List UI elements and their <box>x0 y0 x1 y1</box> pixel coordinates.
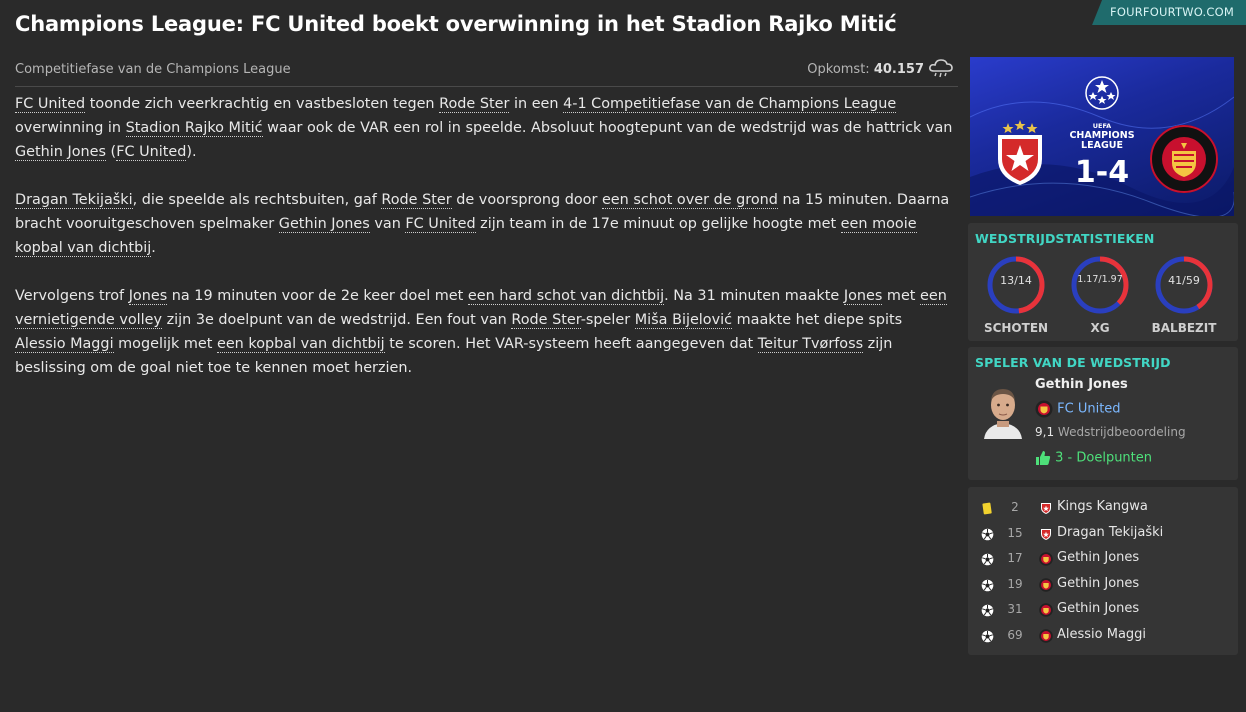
ball-icon <box>981 604 994 617</box>
report-paragraph-1: FC United toonde zich veerkrachtig en va… <box>15 96 953 161</box>
player-link[interactable]: Jones <box>128 288 168 305</box>
match-report: FC United toonde zich veerkrachtig en va… <box>15 92 955 404</box>
red-star-crest-icon <box>1039 527 1053 541</box>
player-avatar[interactable] <box>980 381 1026 439</box>
report-paragraph-2: Dragan Tekijaški, die speelde als rechts… <box>15 192 950 257</box>
event-row[interactable]: 19 Gethin Jones <box>968 573 1238 599</box>
attendance: Opkomst: 40.157 <box>807 62 924 77</box>
event-row[interactable]: 15 Dragan Tekijaški <box>968 522 1238 548</box>
result-link[interactable]: 4-1 Competitiefase van de Champions Leag… <box>563 96 897 113</box>
stat-possession: 41/59 BALBEZIT <box>1144 255 1224 335</box>
fc-united-crest-icon <box>1035 400 1053 418</box>
stat-label: XG <box>1090 321 1110 335</box>
yellow-card-icon <box>981 502 993 515</box>
stat-value: 1.17/1.97 <box>1077 274 1123 285</box>
attendance-value: 40.157 <box>873 62 924 77</box>
referee-link[interactable]: Teitur Tvørfoss <box>757 336 864 353</box>
stat-value: 13/14 <box>1000 274 1032 287</box>
stat-shots: 13/14 SCHOTEN <box>976 255 1056 335</box>
event-player[interactable]: Gethin Jones <box>1057 601 1139 616</box>
event-row[interactable]: 69 Alessio Maggi <box>968 624 1238 650</box>
player-of-match-title: SPELER VAN DE WEDSTRIJD <box>975 355 1171 370</box>
team-link[interactable]: FC United <box>15 96 86 113</box>
red-star-crest-icon <box>1039 501 1053 515</box>
player-club-label: FC United <box>1057 401 1121 417</box>
event-player[interactable]: Gethin Jones <box>1057 550 1139 565</box>
player-link[interactable]: Alessio Maggi <box>15 336 114 353</box>
stat-xg: 1.17/1.97 XG <box>1060 255 1140 335</box>
stat-value: 41/59 <box>1168 274 1200 287</box>
stat-ring <box>1071 256 1129 314</box>
stat-label: BALBEZIT <box>1151 321 1217 335</box>
ball-icon <box>981 528 994 540</box>
match-events-list: 2 Kings Kangwa 15 Dragan Tekijaški 17 Gethin … <box>968 496 1238 649</box>
fc-united-crest-icon <box>1039 628 1053 643</box>
goal-link[interactable]: een hard schot van dichtbij <box>467 288 665 305</box>
ball-icon <box>981 579 994 591</box>
player-rating: 9,1 Wedstrijdbeoordeling <box>1035 425 1186 439</box>
event-row[interactable]: 31 Gethin Jones <box>968 598 1238 624</box>
goal-link[interactable]: een schot over de grond <box>601 192 778 209</box>
player-club[interactable]: FC United <box>1035 400 1121 418</box>
match-events-panel: 2 Kings Kangwa 15 Dragan Tekijaški 17 Gethin … <box>968 487 1238 655</box>
player-of-match-panel: SPELER VAN DE WEDSTRIJD Gethin Jones FC … <box>968 347 1238 480</box>
event-player[interactable]: Dragan Tekijaški <box>1057 525 1163 540</box>
event-minute: 31 <box>1007 602 1023 616</box>
attendance-label: Opkomst: <box>807 62 870 77</box>
team-link[interactable]: Rode Ster <box>381 192 452 209</box>
event-minute: 17 <box>1007 551 1023 565</box>
player-link[interactable]: Jones <box>843 288 883 305</box>
player-goals-label: 3 - Doelpunten <box>1055 450 1153 466</box>
source-badge[interactable]: FOURFOURTWO.COM <box>1092 0 1246 25</box>
cloud-rain-icon <box>929 59 953 78</box>
player-name[interactable]: Gethin Jones <box>1035 377 1128 392</box>
match-stats-title: WEDSTRIJDSTATISTIEKEN <box>975 231 1155 246</box>
event-minute: 15 <box>1007 525 1023 540</box>
player-link[interactable]: Gethin Jones <box>15 144 106 161</box>
event-player[interactable]: Kings Kangwa <box>1057 499 1148 514</box>
event-minute: 2 <box>1011 500 1019 514</box>
report-paragraph-3: Vervolgens trof Jones na 19 minuten voor… <box>15 288 947 376</box>
event-minute: 19 <box>1007 576 1023 591</box>
event-row[interactable]: 17 Gethin Jones <box>968 547 1238 573</box>
event-player[interactable]: Gethin Jones <box>1057 576 1139 591</box>
ball-icon <box>981 630 994 642</box>
event-player[interactable]: Alessio Maggi <box>1057 627 1146 642</box>
event-minute: 69 <box>1007 627 1023 642</box>
player-link[interactable]: Miša Bijelović <box>634 312 733 329</box>
player-link[interactable]: Gethin Jones <box>278 216 370 233</box>
team-link[interactable]: FC United <box>116 144 187 161</box>
player-link[interactable]: Dragan Tekijaški <box>15 192 133 209</box>
player-goals: 3 - Doelpunten <box>1035 450 1152 466</box>
thumbs-up-icon <box>1036 451 1051 465</box>
event-row[interactable]: 2 Kings Kangwa <box>968 496 1238 522</box>
page-title: Champions League: FC United boekt overwi… <box>15 12 897 36</box>
player-rating-value: 9,1 <box>1035 425 1055 439</box>
team-link[interactable]: FC United <box>405 216 476 233</box>
team-link[interactable]: Rode Ster <box>439 96 510 113</box>
match-score: 1-4 <box>1074 155 1130 190</box>
stat-label: SCHOTEN <box>983 321 1049 335</box>
sub-header: Competitiefase van de Champions League O… <box>15 58 958 87</box>
goal-link[interactable]: een kopbal van dichtbij <box>216 336 385 353</box>
fc-united-crest-icon <box>1039 603 1053 617</box>
fc-united-crest-icon <box>1039 552 1053 566</box>
team-link[interactable]: Rode Ster <box>511 312 581 329</box>
champions-league-icon <box>1085 76 1119 110</box>
match-stats-panel: WEDSTRIJDSTATISTIEKEN 13/14 SCHOTEN 1.17… <box>968 223 1238 341</box>
match-banner: UEFA CHAMPIONS LEAGUE 1-4 <box>970 57 1234 216</box>
fc-united-crest-icon <box>1039 577 1053 592</box>
player-rating-label: Wedstrijdbeoordeling <box>1057 425 1186 439</box>
competition-label: Competitiefase van de Champions League <box>15 62 291 77</box>
stadium-link[interactable]: Stadion Rajko Mitić <box>125 120 263 137</box>
ball-icon <box>981 553 994 566</box>
